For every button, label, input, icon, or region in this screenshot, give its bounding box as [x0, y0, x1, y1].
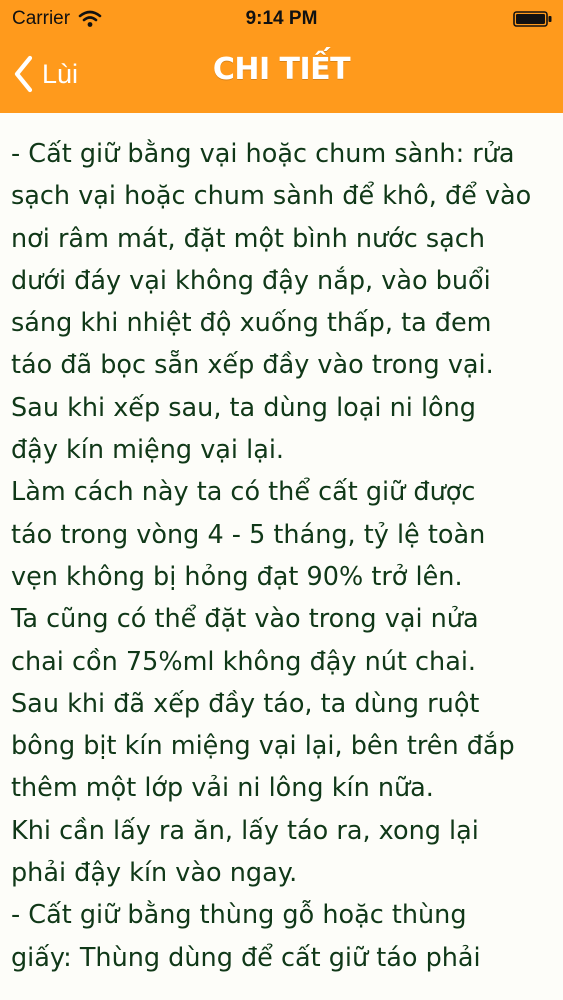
navigation-bar: Lùi CHI TIẾT [0, 38, 563, 113]
article-body: - Cất giữ bằng vại hoặc chum sành: rửa sạ… [11, 133, 559, 979]
article-line: Sau khi xếp sau, ta dùng loại ni lông [11, 392, 476, 423]
article-line: - Cất giữ bằng vại hoặc chum sành: rửa [11, 139, 515, 169]
article-line: bông bịt kín miệng vại lại, bên trên đắp [11, 731, 515, 762]
article-line: đậy kín miệng vại lại. [11, 435, 285, 466]
article-line: thêm một lớp vải ni lông kín nữa. [11, 773, 434, 804]
clock: 9:14 PM [245, 8, 318, 29]
article-line: phải đậy kín vào ngay. [11, 858, 298, 889]
article-line: Ta cũng có thể đặt vào trong vại nửa [11, 604, 479, 635]
battery-icon [513, 11, 553, 27]
article-line: táo đã bọc sẵn xếp đầy vào trong vại. [11, 350, 494, 381]
article-line: giấy: Thùng dùng để cất giữ táo phải [11, 942, 481, 973]
article-line: Làm cách này ta có thể cất giữ được [11, 477, 476, 508]
article-line: - Cất giữ bằng thùng gỗ hoặc thùng [11, 900, 467, 931]
top-bar: Carrier 9:14 PM Lùi CHI TIẾT [0, 0, 563, 113]
detail-screen: Carrier 9:14 PM Lùi CHI TIẾT - Cất giữ b… [0, 0, 563, 1000]
article-line: chai cồn 75%ml không đậy nút chai. [11, 646, 477, 677]
page-title: CHI TIẾT [212, 52, 351, 87]
article-line: sáng khi nhiệt độ xuống thấp, ta đem [11, 308, 492, 339]
article-line: dưới đáy vại không đậy nắp, vào buổi [11, 265, 491, 296]
article-line: Khi cần lấy ra ăn, lấy táo ra, xong lại [11, 815, 479, 846]
article-line: táo trong vòng 4 - 5 tháng, tỷ lệ toàn [11, 519, 486, 550]
article-line: Sau khi đã xếp đầy táo, ta dùng ruột [11, 688, 480, 719]
article-line: nơi râm mát, đặt một bình nước sạch [11, 223, 485, 254]
article-line: vẹn không bị hỏng đạt 90% trở lên. [11, 561, 463, 592]
status-bar: Carrier 9:14 PM [0, 0, 563, 38]
article-line: sạch vại hoặc chum sành để khô, để vào [11, 181, 532, 212]
